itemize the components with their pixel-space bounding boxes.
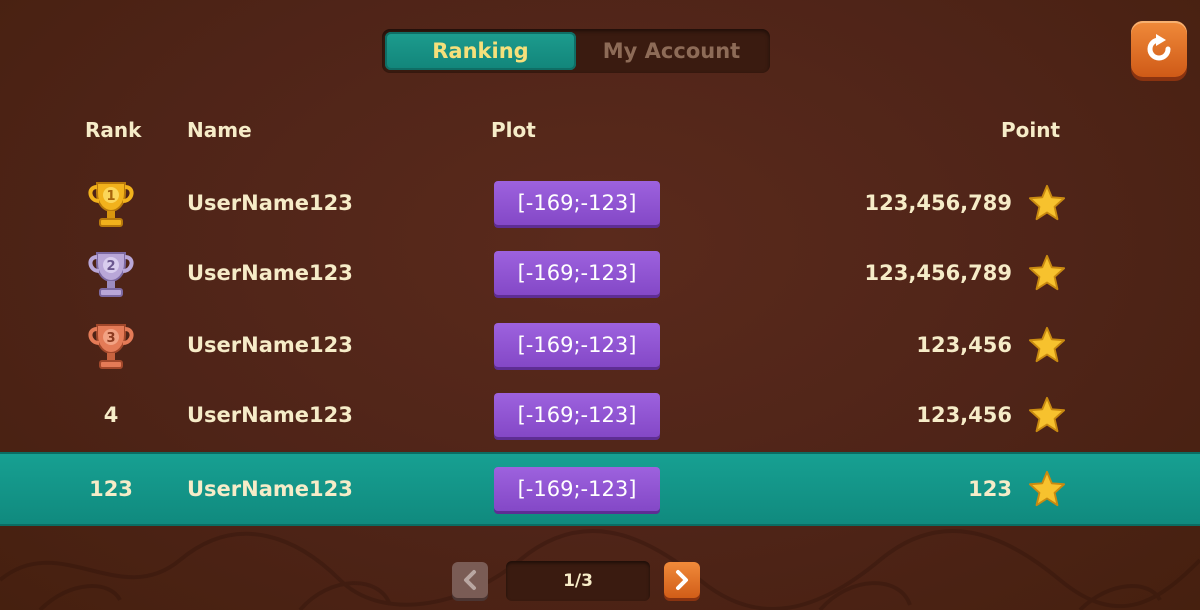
page-indicator: 1/3 — [506, 561, 650, 601]
plot-button[interactable]: [-169;-123] — [494, 467, 660, 511]
tab-my-account[interactable]: My Account — [576, 32, 767, 70]
player-points: 123 — [968, 477, 1012, 501]
rank-cell: 1 — [80, 168, 142, 238]
ranking-row: 4 UserName123 [-169;-123] 123,456 — [0, 380, 1200, 450]
refresh-button[interactable] — [1131, 21, 1187, 77]
silver-trophy-icon: 2 — [88, 252, 134, 297]
column-header-name: Name — [187, 118, 252, 142]
ranking-row: 2 UserName123 [-169;-123] 123,456,789 — [0, 238, 1200, 308]
player-points: 123,456,789 — [864, 261, 1012, 285]
bronze-trophy-icon: 3 — [88, 324, 134, 369]
player-name: UserName123 — [187, 191, 353, 215]
player-points: 123,456,789 — [864, 191, 1012, 215]
rank-number: 4 — [103, 403, 119, 427]
column-header-point: Point — [1001, 118, 1061, 142]
rank-number: 123 — [89, 477, 133, 501]
plot-button[interactable]: [-169;-123] — [494, 393, 660, 437]
column-header-plot: Plot — [491, 118, 536, 142]
star-icon — [1028, 326, 1066, 363]
column-header-rank: Rank — [85, 118, 142, 142]
chevron-left-icon — [464, 570, 476, 590]
plot-button[interactable]: [-169;-123] — [494, 181, 660, 225]
ranking-row: 1 UserName123 [-169;-123] 123,456,789 — [0, 168, 1200, 238]
rank-cell: 2 — [80, 238, 142, 308]
player-name: UserName123 — [187, 333, 353, 357]
rank-cell: 3 — [80, 310, 142, 380]
tab-ranking[interactable]: Ranking — [385, 32, 576, 70]
previous-page-button[interactable] — [452, 562, 488, 598]
ranking-row: 3 UserName123 [-169;-123] 123,456 — [0, 310, 1200, 380]
star-icon — [1028, 254, 1066, 291]
refresh-icon — [1147, 34, 1171, 61]
player-points: 123,456 — [916, 403, 1012, 427]
player-name: UserName123 — [187, 261, 353, 285]
star-icon — [1028, 470, 1066, 507]
gold-trophy-icon: 1 — [88, 182, 134, 227]
chevron-right-icon — [676, 570, 688, 590]
player-points: 123,456 — [916, 333, 1012, 357]
next-page-button[interactable] — [664, 562, 700, 598]
svg-text:2: 2 — [106, 259, 115, 274]
svg-text:3: 3 — [106, 331, 115, 346]
player-name: UserName123 — [187, 403, 353, 427]
tab-bar: Ranking My Account — [382, 29, 770, 73]
star-icon — [1028, 396, 1066, 433]
plot-button[interactable]: [-169;-123] — [494, 251, 660, 295]
star-icon — [1028, 184, 1066, 221]
current-user-row: 123 UserName123 [-169;-123] 123 — [0, 452, 1200, 526]
plot-button[interactable]: [-169;-123] — [494, 323, 660, 367]
player-name: UserName123 — [187, 477, 353, 501]
svg-text:1: 1 — [106, 189, 115, 204]
